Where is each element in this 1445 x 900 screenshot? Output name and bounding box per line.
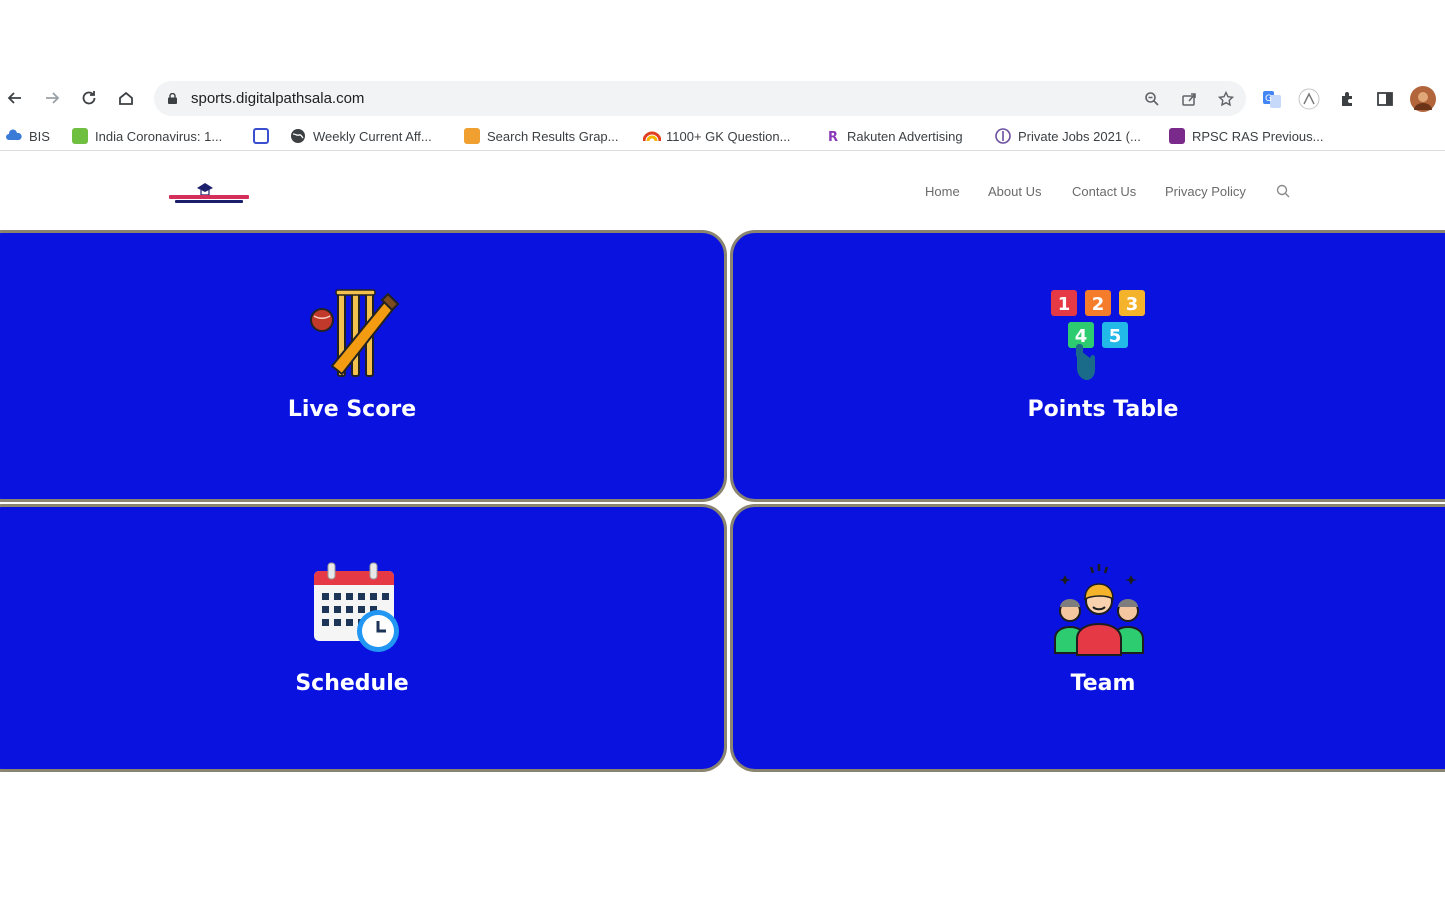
rpsc-icon <box>1169 128 1185 144</box>
bookmark-item[interactable]: BIS <box>6 126 50 146</box>
team-icon <box>1054 564 1144 656</box>
points-number: 3 <box>1126 294 1139 315</box>
team-tile[interactable]: Team <box>733 507 1445 769</box>
site-header: Home About Us Contact Us Privacy Policy <box>0 160 1445 230</box>
bookmark-item[interactable]: RPSC RAS Previous... <box>1169 126 1324 146</box>
extensions-puzzle-icon[interactable] <box>1337 88 1359 110</box>
points-number: 5 <box>1109 326 1122 347</box>
jobs-icon <box>995 128 1011 144</box>
bookmark-label: Weekly Current Aff... <box>313 128 432 144</box>
nav-about-us[interactable]: About Us <box>988 184 1041 199</box>
extension-a-icon[interactable] <box>1298 88 1320 110</box>
forward-icon[interactable] <box>40 86 64 110</box>
share-icon[interactable] <box>1178 88 1200 110</box>
url-text: sports.digitalpathsala.com <box>191 90 365 107</box>
address-bar[interactable]: sports.digitalpathsala.com <box>154 81 1246 116</box>
svg-text:R: R <box>828 130 838 144</box>
bookmark-label: Private Jobs 2021 (... <box>1018 128 1141 144</box>
bookmarks-bar: BIS India Coronavirus: 1... Weekly Curre… <box>0 121 1445 151</box>
bookmark-label: 1100+ GK Question... <box>666 128 791 144</box>
tile-label: Team <box>1070 671 1136 696</box>
bookmark-label: BIS <box>29 128 50 144</box>
translate-extension-icon[interactable]: G <box>1261 88 1283 110</box>
zoom-icon[interactable] <box>1141 88 1163 110</box>
live-score-tile[interactable]: Live Score <box>0 233 724 499</box>
bookmark-item[interactable]: Private Jobs 2021 (... <box>995 126 1141 146</box>
lock-icon <box>168 93 177 104</box>
cloud-icon <box>6 128 22 144</box>
points-number: 2 <box>1092 294 1105 315</box>
bookmark-item[interactable]: Search Results Grap... <box>464 126 619 146</box>
home-icon[interactable] <box>114 86 138 110</box>
side-panel-icon[interactable] <box>1374 88 1396 110</box>
points-table-tile[interactable]: 1 2 3 4 5 Points Table <box>733 233 1445 499</box>
bookmark-item[interactable]: India Coronavirus: 1... <box>72 126 222 146</box>
bookmark-star-icon[interactable] <box>1215 88 1237 110</box>
bookmark-item[interactable]: Weekly Current Aff... <box>290 126 432 146</box>
reload-icon[interactable] <box>77 86 101 110</box>
globe-icon <box>290 128 306 144</box>
tile-label: Live Score <box>287 397 417 422</box>
rakuten-icon: R <box>824 128 840 145</box>
search-icon[interactable] <box>1276 184 1290 198</box>
tv-icon <box>72 128 88 144</box>
rainbow-icon <box>642 128 662 144</box>
schedule-tile[interactable]: Schedule <box>0 507 724 769</box>
graph-icon <box>464 128 480 144</box>
calendar-clock-icon <box>314 562 399 652</box>
nav-home[interactable]: Home <box>925 184 960 199</box>
svg-text:G: G <box>1265 94 1272 104</box>
bookmark-item[interactable]: R Rakuten Advertising <box>824 126 963 146</box>
nav-contact-us[interactable]: Contact Us <box>1072 184 1136 199</box>
points-table-icon: 1 2 3 4 5 <box>1051 290 1145 380</box>
bookmark-label: India Coronavirus: 1... <box>95 128 223 144</box>
points-number: 4 <box>1075 326 1088 347</box>
browser-toolbar: sports.digitalpathsala.com G <box>0 78 1445 120</box>
bookmark-label: Search Results Grap... <box>487 128 619 144</box>
bookmark-item[interactable]: 1100+ GK Question... <box>642 126 791 146</box>
points-number: 1 <box>1058 294 1071 315</box>
bookmark-label: Rakuten Advertising <box>847 128 963 144</box>
tile-label: Schedule <box>295 671 409 696</box>
site-logo[interactable] <box>167 180 251 208</box>
profile-avatar[interactable] <box>1410 86 1436 112</box>
bookmark-label: RPSC RAS Previous... <box>1192 128 1324 144</box>
tile-label: Points Table <box>1027 397 1179 422</box>
nav-privacy-policy[interactable]: Privacy Policy <box>1165 184 1246 199</box>
back-icon[interactable] <box>3 86 27 110</box>
cricket-icon <box>310 289 400 377</box>
news-icon <box>253 128 269 144</box>
bookmark-item[interactable] <box>253 126 276 146</box>
